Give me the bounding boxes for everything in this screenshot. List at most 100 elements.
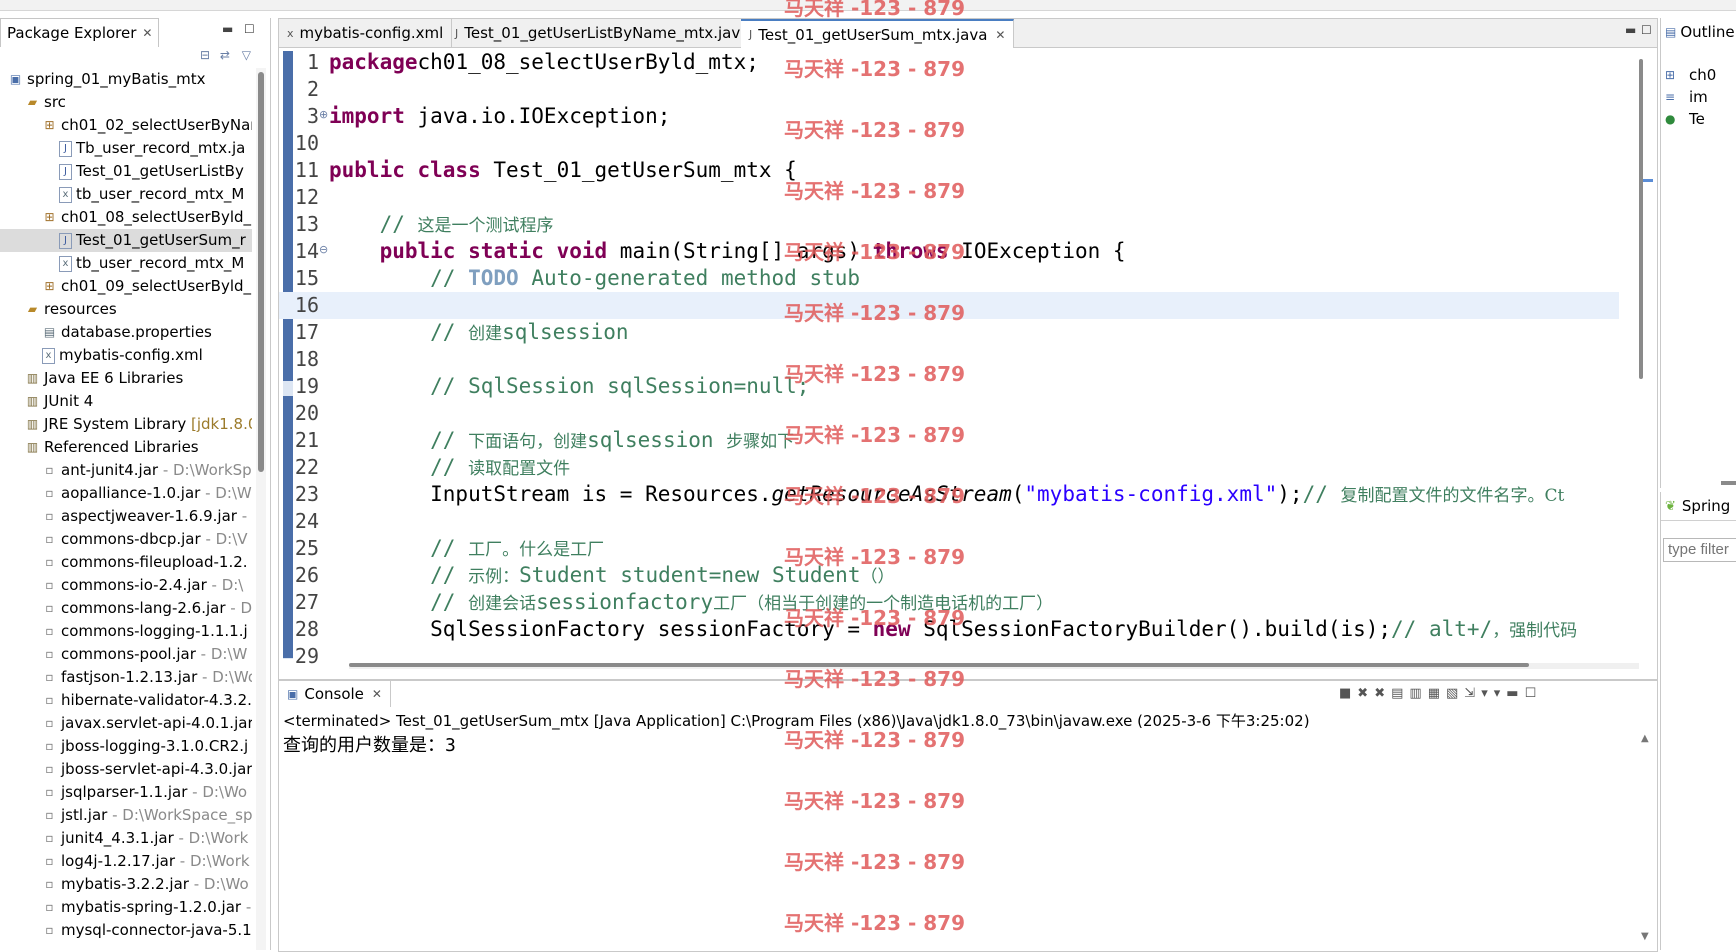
tree-item[interactable]: ▥ Referenced Libraries xyxy=(0,436,252,459)
view-menu-icon[interactable]: ▽ xyxy=(242,48,251,62)
link-editor-icon[interactable]: ⇄ xyxy=(220,48,230,62)
code-editor[interactable]: 1 packagech01_08_selectUserByld_mtx; 2 3 imp… xyxy=(279,49,1657,668)
outline-item[interactable]: im xyxy=(1689,86,1708,108)
tree-item[interactable]: ▫ fastjson-1.2.13.jar - D:\Wo xyxy=(0,666,252,689)
maximize-icon[interactable]: ☐ xyxy=(1641,23,1652,37)
tree-item-label: fastjson-1.2.13.jar xyxy=(61,668,198,686)
editor-tab[interactable]: J Test_01_getUserSum_mtx.java ✕ xyxy=(741,19,1015,48)
package-icon: ⊞ xyxy=(44,279,55,293)
tree-item[interactable]: ▫ javax.servlet-api-4.0.1.jar xyxy=(0,712,252,735)
spring-tab[interactable]: ❦ Spring xyxy=(1661,492,1736,521)
tree-item[interactable]: J Test_01_getUserListBy xyxy=(0,160,252,183)
tree-item[interactable]: x tb_user_record_mtx_M xyxy=(0,252,252,275)
spring-filter-input[interactable] xyxy=(1663,538,1736,562)
tree-item-label: ant-junit4.jar xyxy=(61,461,159,479)
tree-item[interactable]: x tb_user_record_mtx_M xyxy=(0,183,252,206)
tree-item[interactable]: ▰ resources xyxy=(0,298,252,321)
tree-item[interactable]: ▫ mysql-connector-java-5.1 xyxy=(0,919,252,942)
code-line: 19 // SqlSession sqlSession=null; xyxy=(279,373,810,400)
tree-item[interactable]: J Tb_user_record_mtx.ja xyxy=(0,137,252,160)
tree-item[interactable]: J Test_01_getUserSum_r xyxy=(0,229,252,252)
editor-tab[interactable]: x mybatis-config.xml xyxy=(279,19,453,47)
outline-scrollbar[interactable] xyxy=(1721,481,1736,485)
pin-console-icon[interactable]: ⇲ xyxy=(1464,686,1481,701)
console-output[interactable]: 查询的用户数量是：3 xyxy=(283,733,456,759)
display-console-icon[interactable]: ▾ xyxy=(1481,686,1494,701)
scroll-up-icon[interactable]: ▲ xyxy=(1641,733,1649,744)
jar-icon: ▫ xyxy=(45,647,54,661)
open-console-icon[interactable]: ▾ xyxy=(1494,686,1507,701)
scroll-down-icon[interactable]: ▼ xyxy=(1641,931,1649,942)
tree-item[interactable]: ▫ mybatis-spring-1.2.0.jar - xyxy=(0,896,252,919)
tree-item[interactable]: ▥ JRE System Library [jdk1.8.0 xyxy=(0,413,252,436)
minimize-icon[interactable]: ▬ xyxy=(1506,686,1524,701)
close-icon[interactable]: ✕ xyxy=(995,28,1005,42)
tree-item[interactable]: ▫ aopalliance-1.0.jar - D:\W xyxy=(0,482,252,505)
remove-all-icon[interactable]: ✖ xyxy=(1374,686,1391,701)
maximize-icon[interactable]: ☐ xyxy=(244,22,255,36)
code-line: 18 xyxy=(279,346,329,373)
tree-item[interactable]: ▫ hibernate-validator-4.3.2. xyxy=(0,689,252,712)
fold-expand-icon[interactable]: ⊕ xyxy=(319,108,328,121)
editor-horizontal-scrollbar[interactable] xyxy=(349,663,1639,669)
tree-item-label: tb_user_record_mtx_M xyxy=(76,254,245,272)
package-explorer-scrollbar[interactable] xyxy=(256,68,266,950)
tree-item[interactable]: ▫ mybatis-3.2.2.jar - D:\Wo xyxy=(0,873,252,896)
editor-tab[interactable]: J Test_01_getUserListByName_mtx.java xyxy=(447,19,759,47)
tree-item[interactable]: ▥ Java EE 6 Libraries xyxy=(0,367,252,390)
console-tab[interactable]: ▣ Console ✕ xyxy=(279,681,391,707)
tree-item-label: jboss-logging-3.1.0.CR2.j xyxy=(61,737,249,755)
close-icon[interactable]: ✕ xyxy=(142,26,152,40)
scroll-lock-icon[interactable]: ▥ xyxy=(1409,686,1427,701)
tree-item[interactable]: ⊞ ch01_02_selectUserByNar xyxy=(0,114,252,137)
code-token: 示例： xyxy=(468,567,520,587)
show-on-output-icon[interactable]: ▧ xyxy=(1446,686,1464,701)
editor-area: x mybatis-config.xml J Test_01_getUserListB… xyxy=(278,18,1658,680)
package-explorer-tab[interactable]: Package Explorer ✕ xyxy=(0,18,160,47)
word-wrap-icon[interactable]: ▦ xyxy=(1428,686,1446,701)
maximize-icon[interactable]: ☐ xyxy=(1525,686,1543,701)
tree-item[interactable]: ▰ src xyxy=(0,91,252,114)
xml-file-icon: x xyxy=(287,26,294,40)
tree-item[interactable]: ⊞ ch01_09_selectUserByld_ xyxy=(0,275,252,298)
tree-item[interactable]: x mybatis-config.xml xyxy=(0,344,252,367)
code-line: 17 // 创建sqlsession xyxy=(279,319,629,346)
minimize-icon[interactable]: ▬ xyxy=(222,22,233,36)
remove-launch-icon[interactable]: ✖ xyxy=(1357,686,1374,701)
clear-console-icon[interactable]: ▤ xyxy=(1391,686,1409,701)
tree-item[interactable]: ⊞ ch01_08_selectUserByld_ xyxy=(0,206,252,229)
tree-item[interactable]: ▫ commons-lang-2.6.jar - D xyxy=(0,597,252,620)
tree-item[interactable]: ▣ spring_01_myBatis_mtx xyxy=(0,68,252,91)
tree-item[interactable]: ▥ JUnit 4 xyxy=(0,390,252,413)
collapse-all-icon[interactable]: ⊟ xyxy=(200,48,210,62)
overview-ruler-marker[interactable] xyxy=(1643,179,1653,182)
tree-item[interactable]: ▫ aspectjweaver-1.6.9.jar - I xyxy=(0,505,252,528)
tree-item[interactable]: ▫ jsqlparser-1.1.jar - D:\Wo xyxy=(0,781,252,804)
tree-item[interactable]: ▫ commons-io-2.4.jar - D:\ xyxy=(0,574,252,597)
tree-item[interactable]: ▫ commons-logging-1.1.1.j xyxy=(0,620,252,643)
tree-item[interactable]: ▫ ant-junit4.jar - D:\WorkSp xyxy=(0,459,252,482)
console-scrollbar[interactable]: ▲ ▼ xyxy=(1641,731,1651,946)
terminate-icon[interactable]: ■ xyxy=(1339,686,1357,701)
code-token: import xyxy=(329,104,405,128)
code-line: 26 // 示例：Student student=new Student（） xyxy=(279,562,895,589)
tree-item[interactable]: ▫ jboss-logging-3.1.0.CR2.j xyxy=(0,735,252,758)
tree-item[interactable]: ▫ junit4_4.3.1.jar - D:\Work xyxy=(0,827,252,850)
tree-item[interactable]: ▫ commons-pool.jar - D:\W xyxy=(0,643,252,666)
outline-item[interactable]: Te xyxy=(1689,108,1705,130)
fold-collapse-icon[interactable]: ⊖ xyxy=(319,243,328,256)
tree-item[interactable]: ▫ commons-dbcp.jar - D:\V xyxy=(0,528,252,551)
tree-item[interactable]: ▤ database.properties xyxy=(0,321,252,344)
close-icon[interactable]: ✕ xyxy=(372,687,382,701)
editor-vertical-scrollbar[interactable] xyxy=(1639,59,1643,379)
code-token: java.io.IOException; xyxy=(404,104,671,128)
minimize-icon[interactable]: ▬ xyxy=(1625,23,1636,37)
outline-tab[interactable]: ▤ Outline xyxy=(1661,18,1736,46)
tree-item[interactable]: ▫ commons-fileupload-1.2. xyxy=(0,551,252,574)
tree-item-path: - D:\ xyxy=(206,576,244,594)
tree-item[interactable]: ▫ jstl.jar - D:\WorkSpace_sp xyxy=(0,804,252,827)
tree-item[interactable]: ▫ log4j-1.2.17.jar - D:\Work xyxy=(0,850,252,873)
tree-item[interactable]: ▫ jboss-servlet-api-4.3.0.jar xyxy=(0,758,252,781)
jar-icon: ▫ xyxy=(45,670,54,684)
outline-item[interactable]: ch0 xyxy=(1689,64,1716,86)
